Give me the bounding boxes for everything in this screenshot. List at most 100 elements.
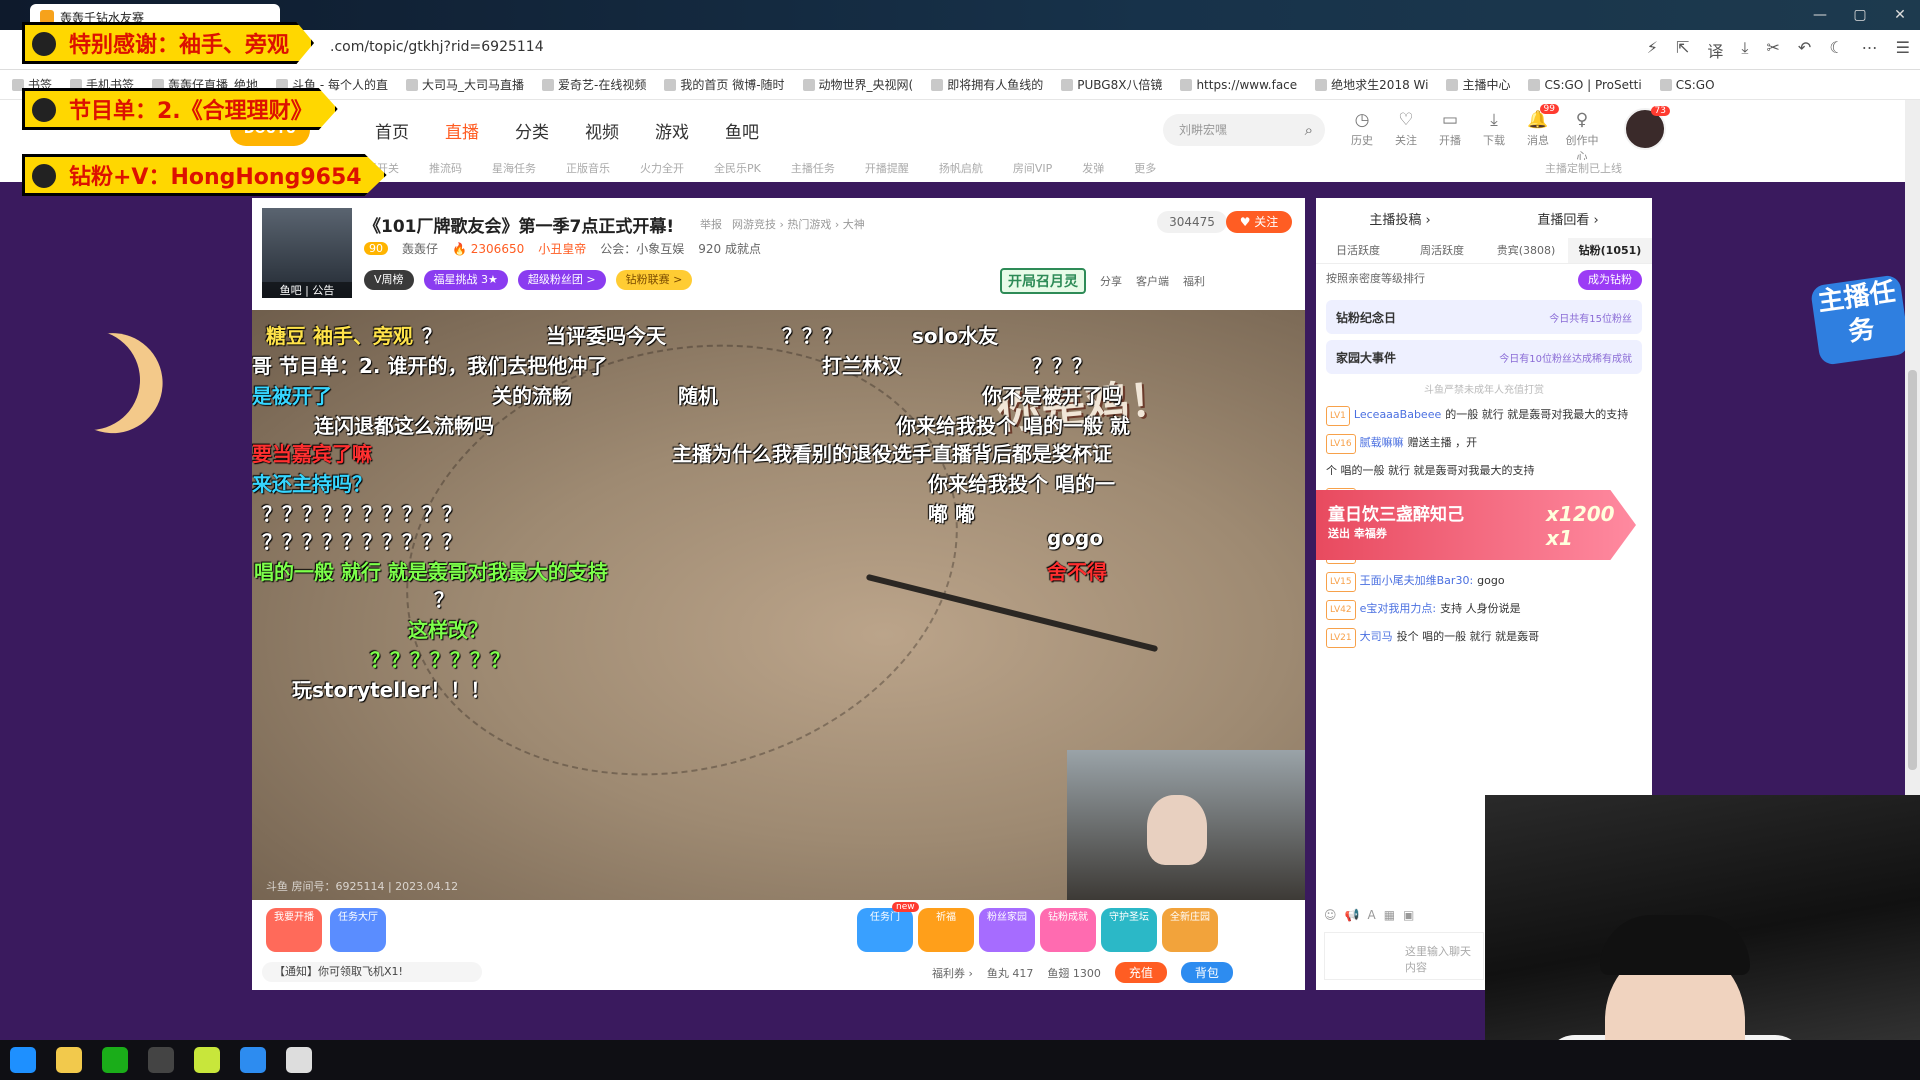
follow-button[interactable]: ♥ 关注	[1226, 211, 1292, 233]
chat-nickname[interactable]: LeceaaaBabeee	[1354, 408, 1441, 421]
start-live-tool[interactable]: 我要开播	[266, 908, 322, 952]
start-live-button[interactable]: ▭ 开播	[1433, 110, 1467, 164]
moon-icon[interactable]: ☾	[1829, 38, 1843, 62]
bag-button[interactable]: 背包	[1180, 962, 1233, 983]
lucky-challenge-pill[interactable]: 福星挑战 3★	[423, 270, 508, 290]
subnav-right[interactable]: 主播定制已上线	[1545, 160, 1622, 176]
welfare-button[interactable]: 福利	[1183, 273, 1205, 289]
avatar[interactable]: 73	[1624, 106, 1670, 150]
task-gate-tool[interactable]: 任务门	[857, 908, 913, 952]
summon-button[interactable]: 开局召月灵	[1000, 268, 1086, 294]
bookmark-item[interactable]: 动物世界_央视网(	[802, 76, 913, 93]
follow-list-button[interactable]: ♡ 关注	[1389, 110, 1423, 164]
bookmark-item[interactable]: 我的首页 微博-随时	[664, 76, 785, 93]
browser-icon[interactable]	[240, 1047, 266, 1073]
subnav-item[interactable]: 全民乐PK	[714, 160, 761, 176]
nav-home[interactable]: 首页	[375, 118, 409, 143]
title-badge[interactable]: 小丑皇帝	[538, 240, 586, 257]
font-icon[interactable]: A	[1367, 908, 1375, 922]
bookmark-item[interactable]: https://www.face	[1180, 78, 1297, 92]
bookmark-item[interactable]: 爱奇艺-在线视频	[542, 76, 646, 93]
subnav-item[interactable]: 更多	[1134, 160, 1156, 176]
emoji-icon[interactable]: ☺	[1324, 908, 1337, 922]
become-fan-button[interactable]: 成为钻粉	[1578, 270, 1642, 290]
lightning-icon[interactable]: ⚡	[1647, 38, 1658, 62]
chat-nickname[interactable]: 王面小尾夫加维Bar30:	[1360, 574, 1474, 587]
translate-icon[interactable]: 译	[1707, 38, 1723, 62]
undo-icon[interactable]: ↶	[1798, 38, 1811, 62]
fan-league-pill[interactable]: 钻粉联赛 >	[615, 270, 693, 290]
subnav-item[interactable]: 推流码	[429, 160, 462, 176]
bookmark-item[interactable]: CS:GO | ProSetti	[1528, 78, 1642, 92]
fan-anniversary-card[interactable]: 钻粉纪念日 今日共有15位粉丝	[1326, 300, 1642, 334]
achievements[interactable]: 920 成就点	[698, 240, 761, 257]
maximize-button[interactable]: ▢	[1840, 0, 1880, 30]
tab-diamond-fans[interactable]: 钻粉(1051)	[1568, 238, 1652, 263]
video-player[interactable]: 你是鸡！ 糖豆 袖手、旁观？当评委吗今天？？？ solo水友哥 节目单：2. 谁开…	[252, 310, 1305, 900]
nav-category[interactable]: 分类	[515, 118, 549, 143]
douyu-icon[interactable]	[286, 1047, 312, 1073]
task-hall-tool[interactable]: 任务大厅	[330, 908, 386, 952]
download-app-button[interactable]: ⤓ 下载	[1477, 110, 1511, 164]
gift-icon[interactable]: ▣	[1403, 908, 1414, 922]
nav-fishbar[interactable]: 鱼吧	[725, 118, 759, 143]
speaker-icon[interactable]: 📢	[1345, 908, 1360, 922]
nav-live[interactable]: 直播	[445, 118, 479, 143]
home-event-card[interactable]: 家园大事件 今日有10位粉丝达成稀有成就	[1326, 340, 1642, 374]
fan-home-tool[interactable]: 粉丝家园	[979, 908, 1035, 952]
chat-message[interactable]: LV1 LeceaaaBabeee 的一般 就行 就是轰哥对我最大的支持	[1316, 402, 1652, 430]
more-icon[interactable]: ⋯	[1862, 38, 1878, 62]
scissors-icon[interactable]: ✂	[1767, 38, 1780, 62]
folder-icon[interactable]	[56, 1047, 82, 1073]
badge-icon[interactable]: ▦	[1384, 908, 1395, 922]
notice-bar[interactable]: 【通知】你可领取飞机X1!	[262, 962, 482, 982]
search-icon[interactable]: ⌕	[1305, 114, 1313, 146]
anchor-submission-link[interactable]: 主播投稿 ›	[1369, 209, 1430, 228]
tab-daily[interactable]: 日活跃度	[1316, 238, 1400, 263]
chat-input[interactable]: 这里输入聊天内容	[1324, 932, 1484, 980]
subnav-item[interactable]: 星海任务	[492, 160, 536, 176]
welfare-coupon-link[interactable]: 福利券 ›	[932, 965, 973, 981]
subnav-item[interactable]: 发弹	[1082, 160, 1104, 176]
app-icon[interactable]	[194, 1047, 220, 1073]
report-link[interactable]: 举报	[700, 216, 722, 232]
client-button[interactable]: 客户端	[1136, 273, 1169, 289]
subnav-item[interactable]: 火力全开	[640, 160, 684, 176]
chat-nickname[interactable]: 腻载嘛嘛	[1360, 436, 1404, 449]
subnav-item[interactable]: 房间VIP	[1013, 160, 1052, 176]
anchor-avatar[interactable]: 鱼吧 | 公告	[262, 208, 352, 298]
creator-center-button[interactable]: ♀ 创作中心	[1565, 110, 1599, 164]
guild-notice[interactable]: 公会：小象互娱	[600, 240, 684, 257]
nav-video[interactable]: 视频	[585, 118, 619, 143]
replay-link[interactable]: 直播回看 ›	[1537, 209, 1598, 228]
obs-icon[interactable]	[148, 1047, 174, 1073]
url-field[interactable]: .com/topic/gtkhj?rid=6925114	[330, 39, 544, 55]
bookmark-item[interactable]: 大司马_大司马直播	[406, 76, 524, 93]
chat-message[interactable]: LV21 大司马 投个 唱的一般 就行 就是轰哥	[1316, 624, 1652, 652]
chat-nickname[interactable]: e宝对我用力点:	[1360, 602, 1436, 615]
guard-altar-tool[interactable]: 守护圣坛	[1101, 908, 1157, 952]
tab-vip[interactable]: 贵宾(3808)	[1484, 238, 1568, 263]
download-icon[interactable]: ⤓	[1741, 38, 1748, 62]
subnav-item[interactable]: 扬帆启航	[939, 160, 983, 176]
anchor-name[interactable]: 轰轰仔	[402, 240, 438, 257]
subnav-item[interactable]: 主播任务	[791, 160, 835, 176]
bookmark-item[interactable]: PUBG8X八倍镜	[1061, 76, 1162, 93]
pray-tool[interactable]: 祈福	[918, 908, 974, 952]
recharge-button[interactable]: 充值	[1114, 962, 1167, 983]
new-manor-tool[interactable]: 全新庄园	[1162, 908, 1218, 952]
tab-weekly[interactable]: 周活跃度	[1400, 238, 1484, 263]
start-icon[interactable]	[10, 1047, 36, 1073]
subnav-item[interactable]: 开播提醒	[865, 160, 909, 176]
history-button[interactable]: ◷ 历史	[1345, 110, 1379, 164]
wechat-icon[interactable]	[102, 1047, 128, 1073]
chat-message[interactable]: LV42 e宝对我用力点: 支持 人身份说是	[1316, 596, 1652, 624]
chat-nickname[interactable]: 大司马	[1360, 630, 1393, 643]
messages-button[interactable]: 🔔 99 消息	[1521, 104, 1559, 164]
minimize-button[interactable]: —	[1800, 0, 1840, 30]
chat-message[interactable]: LV15 王面小尾夫加维Bar30: gogo	[1316, 568, 1652, 596]
scrollbar-thumb[interactable]	[1908, 370, 1917, 770]
subnav-item[interactable]: 正版音乐	[566, 160, 610, 176]
menu-icon[interactable]: ☰	[1896, 38, 1910, 62]
anchor-task-badge[interactable]: 主播任务	[1809, 274, 1911, 366]
